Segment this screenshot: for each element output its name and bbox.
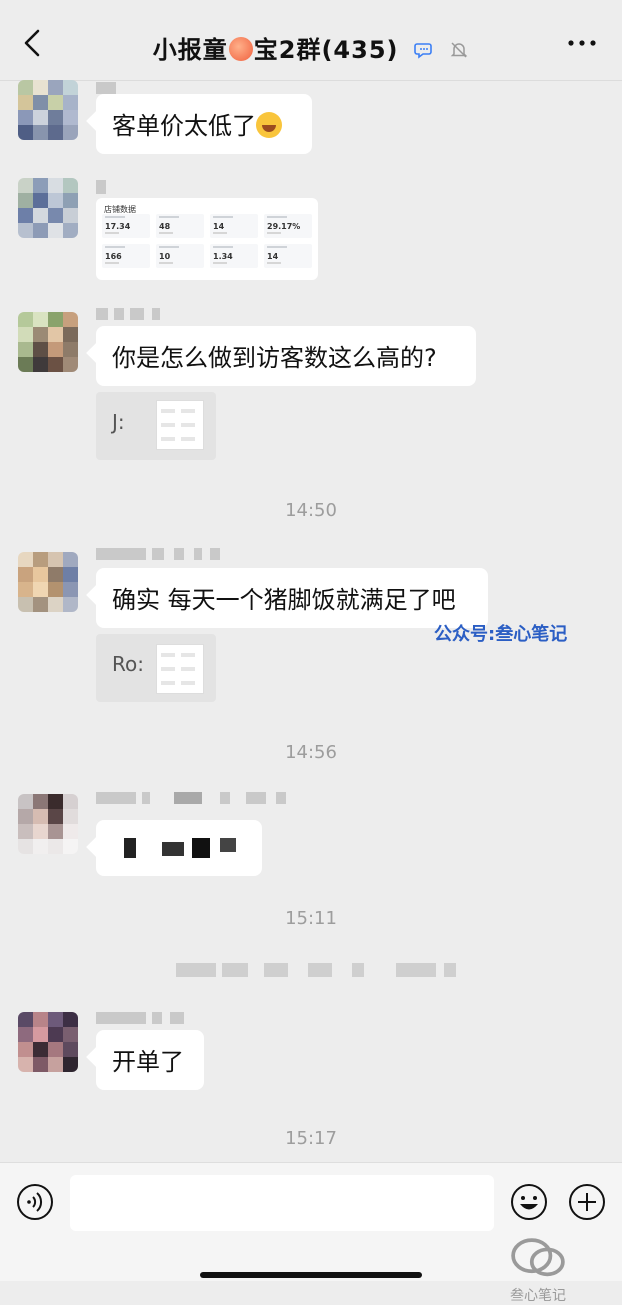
stat-cell: 17.34: [102, 214, 150, 238]
chat-header: 小报童 宝2群(435): [0, 0, 622, 81]
stat-cell: 48: [156, 214, 204, 238]
chat-title: 小报童 宝2群(435): [0, 30, 622, 65]
avatar[interactable]: [18, 80, 78, 140]
more-icon[interactable]: [566, 36, 598, 50]
message-text: 确实 每天一个猪脚饭就满足了吧: [112, 586, 456, 614]
mute-bell-icon: [450, 42, 468, 58]
timestamp: 14:56: [285, 742, 337, 763]
voice-icon[interactable]: [16, 1183, 54, 1221]
avatar[interactable]: [18, 178, 78, 238]
timestamp: 15:17: [285, 1128, 337, 1149]
laughing-emoji-icon: [256, 112, 282, 138]
stat-value: 48: [159, 222, 171, 231]
quoted-message[interactable]: Ro:: [96, 634, 216, 702]
plus-icon[interactable]: [568, 1183, 606, 1221]
stat-cell: 166: [102, 244, 150, 268]
quote-thumbnail: [156, 400, 204, 450]
avatar[interactable]: [18, 1012, 78, 1072]
stat-value: 10: [159, 252, 171, 261]
message-bubble[interactable]: [96, 820, 262, 876]
stat-value: 166: [105, 252, 122, 261]
title-suffix: 宝2群(435): [253, 36, 399, 64]
footer-watermark: 叁心笔记: [510, 1237, 566, 1305]
message-bubble[interactable]: 你是怎么做到访客数这么高的?: [96, 326, 476, 386]
message-bubble[interactable]: 开单了: [96, 1030, 204, 1090]
footer-text: 叁心笔记: [510, 1287, 566, 1304]
title-prefix: 小报童: [152, 36, 228, 64]
stat-cell: 29.17%: [264, 214, 312, 238]
stat-cell: 1.34: [210, 244, 258, 268]
chat-bubble-icon: [414, 43, 432, 59]
screenshot-image[interactable]: 店铺数据 17.34 48 14 29.17% 166 10 1.34 14: [96, 198, 318, 280]
message-text: 开单了: [112, 1048, 184, 1076]
stat-value: 29.17%: [267, 222, 301, 231]
stat-value: 14: [213, 222, 225, 231]
home-indicator: [200, 1272, 422, 1278]
blurred-content: [192, 838, 210, 858]
message-bubble[interactable]: 客单价太低了: [96, 94, 312, 154]
message-input[interactable]: [70, 1175, 494, 1231]
quote-thumbnail: [156, 644, 204, 694]
peach-emoji-icon: [228, 37, 253, 61]
timestamp: 15:11: [285, 908, 337, 929]
avatar[interactable]: [18, 312, 78, 372]
quote-sender: J:: [112, 410, 125, 434]
stat-value: 17.34: [105, 222, 131, 231]
quote-sender: Ro:: [112, 652, 144, 676]
message-text: 你是怎么做到访客数这么高的?: [112, 344, 437, 372]
timestamp: 14:50: [285, 500, 337, 521]
message-bubble[interactable]: 确实 每天一个猪脚饭就满足了吧: [96, 568, 488, 628]
stat-cell: 14: [264, 244, 312, 268]
stat-value: 1.34: [213, 252, 233, 261]
blurred-content: [124, 838, 136, 858]
avatar[interactable]: [18, 794, 78, 854]
avatar[interactable]: [18, 552, 78, 612]
message-text: 客单价太低了: [112, 112, 256, 140]
blurred-content: [162, 842, 184, 856]
blurred-content: [220, 838, 236, 852]
quoted-message[interactable]: J:: [96, 392, 216, 460]
stat-cell: 10: [156, 244, 204, 268]
stat-value: 14: [267, 252, 279, 261]
emoji-icon[interactable]: [510, 1183, 548, 1221]
input-bar: 叁心笔记: [0, 1162, 622, 1304]
stat-cell: 14: [210, 214, 258, 238]
watermark-text: 公众号:叁心笔记: [434, 624, 568, 645]
wechat-icon: [511, 1238, 565, 1277]
